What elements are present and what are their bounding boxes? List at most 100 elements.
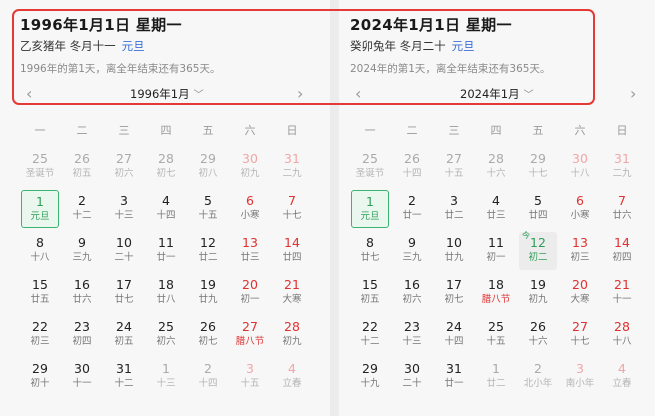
day-cell[interactable]: 4 十四 — [147, 190, 185, 228]
day-cell[interactable]: 14 廿四 — [273, 232, 311, 270]
day-cell[interactable]: 5 十五 — [189, 190, 227, 228]
day-cell[interactable]: 11 廿一 — [147, 232, 185, 270]
day-cell[interactable]: 27 十五 — [435, 148, 473, 186]
day-cell[interactable]: 1 元旦 — [351, 190, 389, 228]
day-cell[interactable]: 15 初五 — [351, 274, 389, 312]
day-cell[interactable]: 8 十八 — [21, 232, 59, 270]
day-cell[interactable]: 6 小寒 — [231, 190, 269, 228]
day-cell[interactable]: 30 十八 — [561, 148, 599, 186]
day-cell[interactable]: 28 初九 — [273, 316, 311, 354]
day-cell[interactable]: 20 大寒 — [561, 274, 599, 312]
chevron-right-icon[interactable]: › — [297, 84, 303, 104]
day-cell[interactable]: 26 初五 — [63, 148, 101, 186]
day-cell[interactable]: 17 廿七 — [105, 274, 143, 312]
day-cell[interactable]: 26 十六 — [519, 316, 557, 354]
day-cell[interactable]: 25 初六 — [147, 316, 185, 354]
day-cell[interactable]: 7 廿六 — [603, 190, 641, 228]
day-cell[interactable]: 18 廿八 — [147, 274, 185, 312]
day-cell[interactable]: 3 南小年 — [561, 358, 599, 396]
day-cell[interactable]: 30 二十 — [393, 358, 431, 396]
day-cell[interactable]: 4 立春 — [603, 358, 641, 396]
day-cell[interactable]: 21 十一 — [603, 274, 641, 312]
day-cell[interactable]: 27 腊八节 — [231, 316, 269, 354]
day-cell[interactable]: 13 廿三 — [231, 232, 269, 270]
day-cell[interactable]: 12 廿二 — [189, 232, 227, 270]
day-cell[interactable]: 18 腊八节 — [477, 274, 515, 312]
day-cell[interactable]: 23 十三 — [393, 316, 431, 354]
day-cell[interactable]: 10 二十 — [105, 232, 143, 270]
day-cell[interactable]: 22 十二 — [351, 316, 389, 354]
day-cell[interactable]: 9 三九 — [63, 232, 101, 270]
day-cell[interactable]: 12 初二今 — [519, 231, 557, 270]
day-cell[interactable]: 27 十七 — [561, 316, 599, 354]
day-cell[interactable]: 8 廿七 — [351, 232, 389, 270]
day-cell[interactable]: 29 十九 — [351, 358, 389, 396]
day-number: 16 — [74, 277, 90, 292]
day-cell[interactable]: 2 北小年 — [519, 358, 557, 396]
day-cell[interactable]: 27 初六 — [105, 148, 143, 186]
day-cell[interactable]: 31 十二 — [105, 358, 143, 396]
day-cell[interactable]: 17 初七 — [435, 274, 473, 312]
day-cell[interactable]: 25 圣诞节 — [21, 148, 59, 186]
day-cell[interactable]: 10 廿九 — [435, 232, 473, 270]
day-cell[interactable]: 1 元旦 — [21, 190, 59, 228]
day-cell[interactable]: 29 初八 — [189, 148, 227, 186]
day-cell[interactable]: 31 二九 — [273, 148, 311, 186]
day-cell[interactable]: 28 十八 — [603, 316, 641, 354]
day-cell[interactable]: 19 廿九 — [189, 274, 227, 312]
day-cell[interactable]: 3 十三 — [105, 190, 143, 228]
day-cell[interactable]: 1 十三 — [147, 358, 185, 396]
day-cell[interactable]: 9 三九 — [393, 232, 431, 270]
day-number: 15 — [362, 277, 378, 292]
day-cell[interactable]: 29 十七 — [519, 148, 557, 186]
day-cell[interactable]: 2 十四 — [189, 358, 227, 396]
day-cell[interactable]: 3 廿二 — [435, 190, 473, 228]
day-cell[interactable]: 31 廿一 — [435, 358, 473, 396]
day-cell[interactable]: 4 廿三 — [477, 190, 515, 228]
day-cell[interactable]: 4 立春 — [273, 358, 311, 396]
day-cell[interactable]: 24 十四 — [435, 316, 473, 354]
holiday-link[interactable]: 元旦 — [122, 39, 145, 53]
day-cell[interactable]: 19 初九 — [519, 274, 557, 312]
lunar-day-label: 初三 — [30, 336, 50, 347]
day-cell[interactable]: 26 十四 — [393, 148, 431, 186]
day-cell[interactable]: 13 初三 — [561, 232, 599, 270]
chevron-left-icon[interactable]: ‹ — [355, 84, 361, 104]
day-cell[interactable]: 16 廿六 — [63, 274, 101, 312]
day-cell[interactable]: 2 十二 — [63, 190, 101, 228]
day-cell[interactable]: 30 十一 — [63, 358, 101, 396]
chevron-right-icon[interactable]: › — [630, 84, 636, 104]
day-cell[interactable]: 3 十五 — [231, 358, 269, 396]
day-cell[interactable]: 7 十七 — [273, 190, 311, 228]
lunar-day-label: 廿三 — [486, 210, 506, 221]
day-cell[interactable]: 21 大寒 — [273, 274, 311, 312]
day-cell[interactable]: 29 初十 — [21, 358, 59, 396]
day-cell[interactable]: 24 初五 — [105, 316, 143, 354]
day-cell[interactable]: 28 初七 — [147, 148, 185, 186]
day-cell[interactable]: 1 廿二 — [477, 358, 515, 396]
month-select[interactable]: 1996年1月 ﹀ — [130, 84, 204, 106]
day-cell[interactable]: 31 二九 — [603, 148, 641, 186]
day-cell[interactable]: 15 廿五 — [21, 274, 59, 312]
day-cell[interactable]: 26 初七 — [189, 316, 227, 354]
lunar-day-label: 十四 — [402, 168, 422, 179]
day-cell[interactable]: 25 圣诞节 — [351, 148, 389, 186]
day-cell[interactable]: 22 初三 — [21, 316, 59, 354]
chevron-left-icon[interactable]: ‹ — [26, 84, 32, 104]
day-cell[interactable]: 23 初四 — [63, 316, 101, 354]
holiday-link[interactable]: 元旦 — [452, 39, 475, 53]
day-cell[interactable]: 28 十六 — [477, 148, 515, 186]
day-cell[interactable]: 30 初九 — [231, 148, 269, 186]
day-cell[interactable]: 6 小寒 — [561, 190, 599, 228]
day-cell[interactable]: 5 廿四 — [519, 190, 557, 228]
day-cell[interactable]: 14 初四 — [603, 232, 641, 270]
day-number: 21 — [614, 277, 630, 292]
day-cell[interactable]: 16 初六 — [393, 274, 431, 312]
month-select[interactable]: 2024年1月 ﹀ — [460, 84, 534, 106]
lunar-day-label: 廿四 — [528, 210, 548, 221]
lunar-day-label: 十二 — [72, 210, 92, 221]
day-cell[interactable]: 20 初一 — [231, 274, 269, 312]
day-cell[interactable]: 2 廿一 — [393, 190, 431, 228]
day-cell[interactable]: 11 初一 — [477, 232, 515, 270]
day-cell[interactable]: 25 十五 — [477, 316, 515, 354]
